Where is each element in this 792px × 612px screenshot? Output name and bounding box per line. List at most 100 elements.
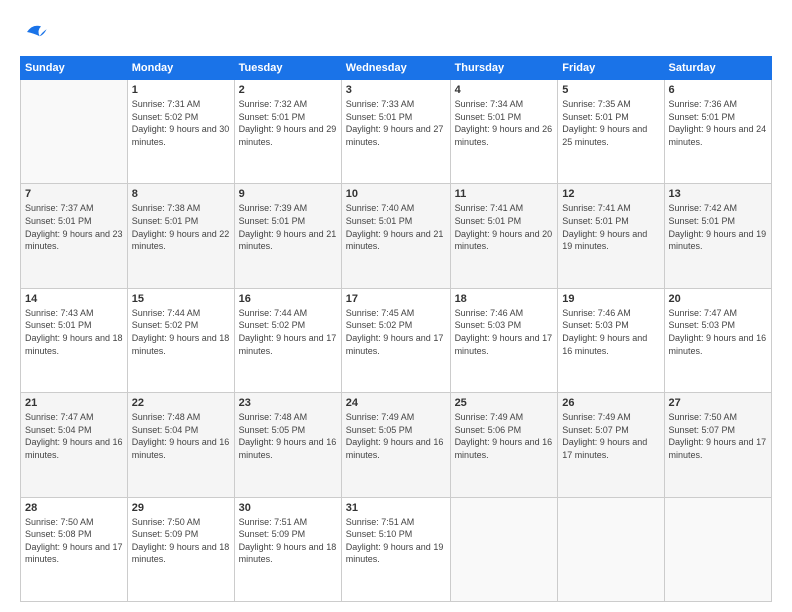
day-number: 15 [132, 293, 230, 305]
day-number: 8 [132, 188, 230, 200]
calendar-cell: 4 Sunrise: 7:34 AMSunset: 5:01 PMDayligh… [450, 80, 558, 184]
day-info: Sunrise: 7:50 AMSunset: 5:09 PMDaylight:… [132, 516, 230, 566]
day-info: Sunrise: 7:35 AMSunset: 5:01 PMDaylight:… [562, 98, 659, 148]
day-info: Sunrise: 7:50 AMSunset: 5:07 PMDaylight:… [669, 411, 767, 461]
col-header-thursday: Thursday [450, 57, 558, 80]
day-info: Sunrise: 7:34 AMSunset: 5:01 PMDaylight:… [455, 98, 554, 148]
day-number: 31 [346, 502, 446, 514]
col-header-friday: Friday [558, 57, 664, 80]
day-info: Sunrise: 7:49 AMSunset: 5:07 PMDaylight:… [562, 411, 659, 461]
day-info: Sunrise: 7:45 AMSunset: 5:02 PMDaylight:… [346, 307, 446, 357]
calendar-cell: 19 Sunrise: 7:46 AMSunset: 5:03 PMDaylig… [558, 288, 664, 392]
day-number: 14 [25, 293, 123, 305]
calendar-cell: 12 Sunrise: 7:41 AMSunset: 5:01 PMDaylig… [558, 184, 664, 288]
col-header-tuesday: Tuesday [234, 57, 341, 80]
day-info: Sunrise: 7:51 AMSunset: 5:09 PMDaylight:… [239, 516, 337, 566]
day-info: Sunrise: 7:32 AMSunset: 5:01 PMDaylight:… [239, 98, 337, 148]
calendar-cell: 27 Sunrise: 7:50 AMSunset: 5:07 PMDaylig… [664, 393, 771, 497]
day-number: 23 [239, 397, 337, 409]
day-number: 4 [455, 84, 554, 96]
calendar-cell: 21 Sunrise: 7:47 AMSunset: 5:04 PMDaylig… [21, 393, 128, 497]
calendar-week-2: 7 Sunrise: 7:37 AMSunset: 5:01 PMDayligh… [21, 184, 772, 288]
day-number: 25 [455, 397, 554, 409]
day-info: Sunrise: 7:46 AMSunset: 5:03 PMDaylight:… [562, 307, 659, 357]
calendar-cell: 23 Sunrise: 7:48 AMSunset: 5:05 PMDaylig… [234, 393, 341, 497]
calendar-cell: 29 Sunrise: 7:50 AMSunset: 5:09 PMDaylig… [127, 497, 234, 601]
calendar-cell: 1 Sunrise: 7:31 AMSunset: 5:02 PMDayligh… [127, 80, 234, 184]
calendar-cell: 3 Sunrise: 7:33 AMSunset: 5:01 PMDayligh… [341, 80, 450, 184]
day-info: Sunrise: 7:51 AMSunset: 5:10 PMDaylight:… [346, 516, 446, 566]
logo-bird-icon [20, 18, 48, 46]
day-number: 6 [669, 84, 767, 96]
day-info: Sunrise: 7:43 AMSunset: 5:01 PMDaylight:… [25, 307, 123, 357]
logo [20, 18, 52, 46]
day-info: Sunrise: 7:41 AMSunset: 5:01 PMDaylight:… [562, 202, 659, 252]
day-info: Sunrise: 7:48 AMSunset: 5:05 PMDaylight:… [239, 411, 337, 461]
day-info: Sunrise: 7:31 AMSunset: 5:02 PMDaylight:… [132, 98, 230, 148]
calendar-cell: 7 Sunrise: 7:37 AMSunset: 5:01 PMDayligh… [21, 184, 128, 288]
calendar-cell: 26 Sunrise: 7:49 AMSunset: 5:07 PMDaylig… [558, 393, 664, 497]
day-info: Sunrise: 7:37 AMSunset: 5:01 PMDaylight:… [25, 202, 123, 252]
day-info: Sunrise: 7:33 AMSunset: 5:01 PMDaylight:… [346, 98, 446, 148]
day-number: 13 [669, 188, 767, 200]
header [20, 18, 772, 46]
calendar-header-row: SundayMondayTuesdayWednesdayThursdayFrid… [21, 57, 772, 80]
col-header-monday: Monday [127, 57, 234, 80]
col-header-wednesday: Wednesday [341, 57, 450, 80]
calendar-cell: 17 Sunrise: 7:45 AMSunset: 5:02 PMDaylig… [341, 288, 450, 392]
calendar-cell: 9 Sunrise: 7:39 AMSunset: 5:01 PMDayligh… [234, 184, 341, 288]
calendar-cell [21, 80, 128, 184]
calendar-cell: 24 Sunrise: 7:49 AMSunset: 5:05 PMDaylig… [341, 393, 450, 497]
page: SundayMondayTuesdayWednesdayThursdayFrid… [0, 0, 792, 612]
calendar-cell: 28 Sunrise: 7:50 AMSunset: 5:08 PMDaylig… [21, 497, 128, 601]
day-info: Sunrise: 7:49 AMSunset: 5:05 PMDaylight:… [346, 411, 446, 461]
calendar-cell: 13 Sunrise: 7:42 AMSunset: 5:01 PMDaylig… [664, 184, 771, 288]
day-info: Sunrise: 7:36 AMSunset: 5:01 PMDaylight:… [669, 98, 767, 148]
day-info: Sunrise: 7:44 AMSunset: 5:02 PMDaylight:… [132, 307, 230, 357]
day-number: 1 [132, 84, 230, 96]
calendar-week-1: 1 Sunrise: 7:31 AMSunset: 5:02 PMDayligh… [21, 80, 772, 184]
day-info: Sunrise: 7:48 AMSunset: 5:04 PMDaylight:… [132, 411, 230, 461]
day-info: Sunrise: 7:42 AMSunset: 5:01 PMDaylight:… [669, 202, 767, 252]
day-info: Sunrise: 7:40 AMSunset: 5:01 PMDaylight:… [346, 202, 446, 252]
day-info: Sunrise: 7:38 AMSunset: 5:01 PMDaylight:… [132, 202, 230, 252]
calendar-cell: 5 Sunrise: 7:35 AMSunset: 5:01 PMDayligh… [558, 80, 664, 184]
day-info: Sunrise: 7:46 AMSunset: 5:03 PMDaylight:… [455, 307, 554, 357]
calendar-cell: 15 Sunrise: 7:44 AMSunset: 5:02 PMDaylig… [127, 288, 234, 392]
calendar-cell: 10 Sunrise: 7:40 AMSunset: 5:01 PMDaylig… [341, 184, 450, 288]
calendar-cell: 16 Sunrise: 7:44 AMSunset: 5:02 PMDaylig… [234, 288, 341, 392]
calendar-cell: 2 Sunrise: 7:32 AMSunset: 5:01 PMDayligh… [234, 80, 341, 184]
day-number: 2 [239, 84, 337, 96]
calendar-cell [558, 497, 664, 601]
calendar-cell [664, 497, 771, 601]
day-number: 26 [562, 397, 659, 409]
calendar-cell [450, 497, 558, 601]
day-number: 11 [455, 188, 554, 200]
calendar-cell: 14 Sunrise: 7:43 AMSunset: 5:01 PMDaylig… [21, 288, 128, 392]
calendar-cell: 31 Sunrise: 7:51 AMSunset: 5:10 PMDaylig… [341, 497, 450, 601]
day-number: 24 [346, 397, 446, 409]
day-info: Sunrise: 7:49 AMSunset: 5:06 PMDaylight:… [455, 411, 554, 461]
calendar-cell: 18 Sunrise: 7:46 AMSunset: 5:03 PMDaylig… [450, 288, 558, 392]
day-number: 30 [239, 502, 337, 514]
day-number: 28 [25, 502, 123, 514]
calendar-cell: 20 Sunrise: 7:47 AMSunset: 5:03 PMDaylig… [664, 288, 771, 392]
calendar-cell: 25 Sunrise: 7:49 AMSunset: 5:06 PMDaylig… [450, 393, 558, 497]
day-number: 10 [346, 188, 446, 200]
col-header-sunday: Sunday [21, 57, 128, 80]
day-number: 17 [346, 293, 446, 305]
calendar-week-5: 28 Sunrise: 7:50 AMSunset: 5:08 PMDaylig… [21, 497, 772, 601]
calendar-week-3: 14 Sunrise: 7:43 AMSunset: 5:01 PMDaylig… [21, 288, 772, 392]
calendar-cell: 11 Sunrise: 7:41 AMSunset: 5:01 PMDaylig… [450, 184, 558, 288]
day-number: 27 [669, 397, 767, 409]
day-number: 9 [239, 188, 337, 200]
day-number: 3 [346, 84, 446, 96]
calendar-week-4: 21 Sunrise: 7:47 AMSunset: 5:04 PMDaylig… [21, 393, 772, 497]
day-info: Sunrise: 7:47 AMSunset: 5:03 PMDaylight:… [669, 307, 767, 357]
day-number: 19 [562, 293, 659, 305]
day-number: 7 [25, 188, 123, 200]
calendar-cell: 8 Sunrise: 7:38 AMSunset: 5:01 PMDayligh… [127, 184, 234, 288]
calendar-cell: 22 Sunrise: 7:48 AMSunset: 5:04 PMDaylig… [127, 393, 234, 497]
day-info: Sunrise: 7:50 AMSunset: 5:08 PMDaylight:… [25, 516, 123, 566]
day-number: 12 [562, 188, 659, 200]
